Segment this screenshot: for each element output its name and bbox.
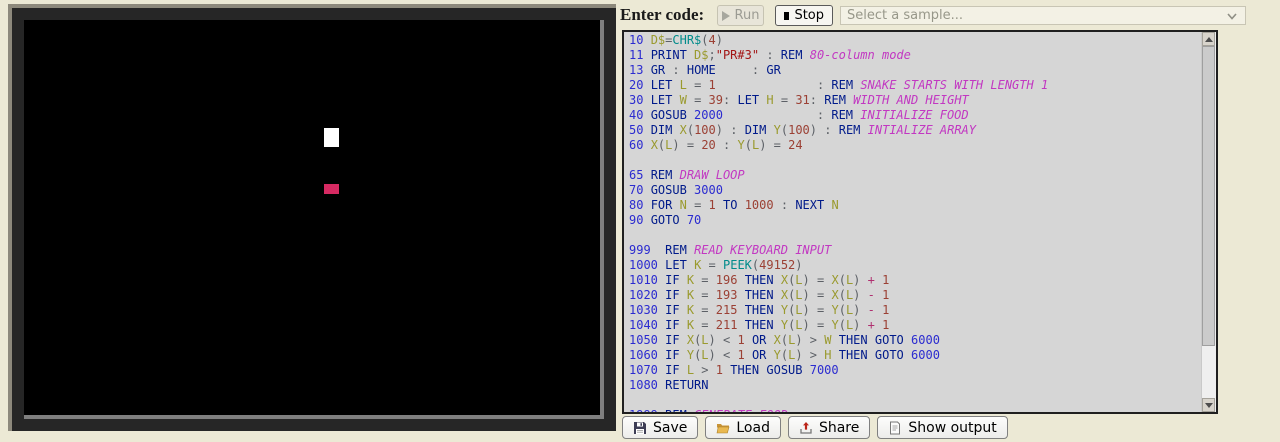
share-button[interactable]: Share [788, 416, 870, 439]
scroll-up-button[interactable] [1202, 32, 1215, 46]
code-line: 40 GOSUB 2000 : REM INITIALIZE FOOD [629, 108, 1202, 123]
code-line: 1999 REM GENERATE FOOD [629, 408, 1202, 412]
code-line: 20 LET L = 1 : REM SNAKE STARTS WITH LEN… [629, 78, 1202, 93]
scroll-down-icon [1205, 403, 1213, 408]
emulator-bezel [8, 4, 616, 431]
code-line [629, 153, 1202, 168]
stop-button[interactable]: Stop [775, 5, 833, 26]
folder-icon [716, 421, 730, 435]
code-line: 1070 IF L > 1 THEN GOSUB 7000 [629, 363, 1202, 378]
sample-select[interactable]: Select a sample... [840, 6, 1246, 25]
enter-code-label: Enter code: [620, 5, 704, 25]
editor-scrollbar[interactable] [1201, 32, 1216, 412]
floppy-disk-icon [633, 421, 647, 435]
run-button-label: Run [735, 8, 760, 23]
code-line: 11 PRINT D$;"PR#3" : REM 80-column mode [629, 48, 1202, 63]
code-line: 1020 IF K = 193 THEN X(L) = X(L) - 1 [629, 288, 1202, 303]
food-block [324, 184, 339, 194]
code-line: 65 REM DRAW LOOP [629, 168, 1202, 183]
code-line: 1010 IF K = 196 THEN X(L) = X(L) + 1 [629, 273, 1202, 288]
code-line: 70 GOSUB 3000 [629, 183, 1202, 198]
scrollbar-thumb[interactable] [1202, 46, 1215, 346]
code-line [629, 228, 1202, 243]
code-line: 30 LET W = 39: LET H = 31: REM WIDTH AND… [629, 93, 1202, 108]
code-area[interactable]: 10 D$=CHR$(4)11 PRINT D$;"PR#3" : REM 80… [622, 30, 1218, 414]
code-line [629, 393, 1202, 408]
save-button-label: Save [653, 420, 687, 436]
output-document-icon [888, 421, 902, 435]
run-button[interactable]: Run [717, 5, 764, 26]
code-line: 50 DIM X(100) : DIM Y(100) : REM INTIALI… [629, 123, 1202, 138]
stop-button-label: Stop [794, 8, 824, 23]
snake-block [324, 128, 339, 147]
save-button[interactable]: Save [622, 416, 698, 439]
show-output-button-label: Show output [908, 420, 996, 436]
code-line: 90 GOTO 70 [629, 213, 1202, 228]
show-output-button[interactable]: Show output [877, 416, 1007, 439]
emulator-screen[interactable] [24, 20, 604, 419]
editor-toolbar: Save Load Share Show output [622, 416, 1008, 439]
code-line: 1000 LET K = PEEK(49152) [629, 258, 1202, 273]
share-button-label: Share [819, 420, 859, 436]
code-line: 1080 RETURN [629, 378, 1202, 393]
code-line: 10 D$=CHR$(4) [629, 33, 1202, 48]
code-line: 1050 IF X(L) < 1 OR X(L) > W THEN GOTO 6… [629, 333, 1202, 348]
code-line: 60 X(L) = 20 : Y(L) = 24 [629, 138, 1202, 153]
scroll-down-button[interactable] [1202, 398, 1215, 412]
code-line: 1060 IF Y(L) < 1 OR Y(L) > H THEN GOTO 6… [629, 348, 1202, 363]
chevron-down-icon [1225, 9, 1239, 23]
load-button-label: Load [736, 420, 770, 436]
load-button[interactable]: Load [705, 416, 781, 439]
share-upload-icon [799, 421, 813, 435]
sample-select-placeholder: Select a sample... [847, 8, 963, 23]
play-icon [722, 11, 730, 21]
code-line: 80 FOR N = 1 TO 1000 : NEXT N [629, 198, 1202, 213]
code-line: 999 REM READ KEYBOARD INPUT [629, 243, 1202, 258]
code-line: 13 GR : HOME : GR [629, 63, 1202, 78]
code-line: 1030 IF K = 215 THEN Y(L) = Y(L) - 1 [629, 303, 1202, 318]
stop-icon [784, 12, 789, 20]
code-line: 1040 IF K = 211 THEN Y(L) = Y(L) + 1 [629, 318, 1202, 333]
scroll-up-icon [1205, 37, 1213, 42]
code-text[interactable]: 10 D$=CHR$(4)11 PRINT D$;"PR#3" : REM 80… [624, 32, 1202, 412]
